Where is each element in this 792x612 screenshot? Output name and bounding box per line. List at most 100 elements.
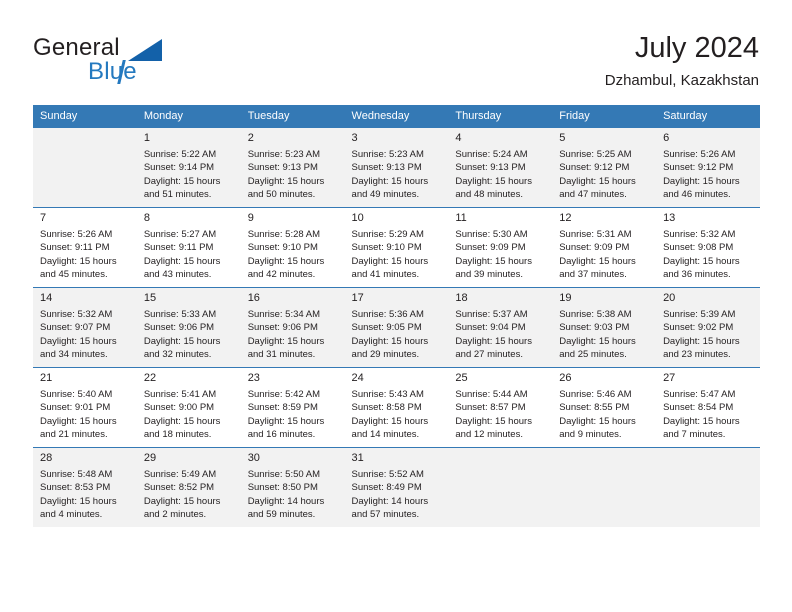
sunset-text: Sunset: 9:06 PM (247, 322, 318, 334)
calendar-cell-day-25[interactable]: 25 Sunrise: 5:44 AM Sunset: 8:57 PM Dayligh… (448, 367, 553, 448)
daylight-text-line2: and 59 minutes. (247, 509, 316, 521)
day-number: 1 (143, 132, 150, 144)
day-number: 8 (143, 212, 150, 224)
location-subtitle: Dzhambul, Kazakhstan (604, 72, 759, 89)
sunrise-text: Sunrise: 5:50 AM (247, 469, 321, 480)
calendar-cell-day-19[interactable]: 19 Sunrise: 5:38 AM Sunset: 9:03 PM Dayligh… (552, 287, 657, 368)
calendar-cell-day-10[interactable]: 10 Sunrise: 5:29 AM Sunset: 9:10 PM Dayligh… (344, 207, 449, 288)
calendar-table: Sunday Monday Tuesday Wednesday Thursday… (33, 105, 760, 527)
calendar-week-row: 1 Sunrise: 5:22 AM Sunset: 9:14 PM Daylight… (33, 127, 760, 208)
daylight-text-line2: and 39 minutes. (455, 269, 523, 281)
day-number: 5 (559, 132, 566, 144)
sunrise-text: Sunrise: 5:24 AM (455, 149, 528, 160)
daylight-text-line1: Daylight: 15 hours (143, 415, 221, 427)
day-details: Sunrise: 5:43 AM Sunset: 8:58 PM Daylight:… (345, 388, 449, 442)
calendar-cell-day-9[interactable]: 9 Sunrise: 5:28 AM Sunset: 9:10 PM Daylight… (240, 207, 345, 288)
day-details: Sunrise: 5:23 AM Sunset: 9:13 PM Daylight:… (241, 148, 345, 202)
day-details: Sunrise: 5:24 AM Sunset: 9:13 PM Daylight:… (448, 148, 552, 202)
daylight-text-line1: Daylight: 15 hours (143, 335, 221, 347)
day-details: Sunrise: 5:23 AM Sunset: 9:13 PM Daylight:… (345, 148, 449, 202)
calendar-cell-day-16[interactable]: 16 Sunrise: 5:34 AM Sunset: 9:06 PM Dayligh… (240, 287, 345, 368)
daylight-text-line1: Daylight: 14 hours (247, 495, 325, 507)
calendar-cell-day-23[interactable]: 23 Sunrise: 5:42 AM Sunset: 8:59 PM Dayligh… (240, 367, 345, 448)
weekday-header-friday: Friday (552, 105, 657, 128)
day-details: Sunrise: 5:44 AM Sunset: 8:57 PM Daylight:… (448, 388, 552, 442)
daylight-text-line2: and 37 minutes. (559, 269, 627, 281)
calendar-cell-day-2[interactable]: 2 Sunrise: 5:23 AM Sunset: 9:13 PM Daylight… (240, 127, 345, 208)
day-number: 24 (351, 372, 364, 384)
day-number: 12 (559, 212, 572, 224)
calendar-cell-day-21[interactable]: 21 Sunrise: 5:40 AM Sunset: 9:01 PM Dayligh… (33, 367, 137, 448)
daylight-text-line1: Daylight: 15 hours (247, 255, 325, 267)
daylight-text-line1: Daylight: 15 hours (247, 335, 325, 347)
calendar-cell-day-6[interactable]: 6 Sunrise: 5:26 AM Sunset: 9:12 PM Daylight… (656, 127, 760, 208)
sunset-text: Sunset: 9:06 PM (143, 322, 215, 334)
daylight-text-line2: and 14 minutes. (351, 429, 420, 441)
calendar-cell-empty (656, 447, 760, 527)
day-details: Sunrise: 5:31 AM Sunset: 9:09 PM Daylight:… (552, 228, 656, 282)
calendar-cell-day-22[interactable]: 22 Sunrise: 5:41 AM Sunset: 9:00 PM Dayligh… (136, 367, 241, 448)
calendar-week-row: 7 Sunrise: 5:26 AM Sunset: 9:11 PM Daylight… (33, 207, 760, 288)
day-details: Sunrise: 5:25 AM Sunset: 9:12 PM Daylight:… (552, 148, 656, 202)
calendar-cell-day-5[interactable]: 5 Sunrise: 5:25 AM Sunset: 9:12 PM Daylight… (552, 127, 657, 208)
sunrise-text: Sunrise: 5:36 AM (351, 309, 424, 320)
day-details: Sunrise: 5:27 AM Sunset: 9:11 PM Daylight:… (137, 228, 241, 282)
calendar-cell-day-12[interactable]: 12 Sunrise: 5:31 AM Sunset: 9:09 PM Dayligh… (552, 207, 657, 288)
calendar-cell-day-11[interactable]: 11 Sunrise: 5:30 AM Sunset: 9:09 PM Dayligh… (448, 207, 553, 288)
calendar-cell-day-7[interactable]: 7 Sunrise: 5:26 AM Sunset: 9:11 PM Daylight… (33, 207, 137, 288)
sunrise-text: Sunrise: 5:29 AM (351, 229, 424, 240)
day-number (552, 448, 656, 468)
calendar-cell-day-24[interactable]: 24 Sunrise: 5:43 AM Sunset: 8:58 PM Dayligh… (344, 367, 449, 448)
calendar-cell-day-3[interactable]: 3 Sunrise: 5:23 AM Sunset: 9:13 PM Daylight… (344, 127, 449, 208)
day-number: 18 (455, 292, 468, 304)
sunrise-text: Sunrise: 5:23 AM (247, 149, 321, 160)
sunset-text: Sunset: 9:05 PM (351, 322, 422, 334)
daylight-text-line2: and 12 minutes. (455, 429, 523, 441)
calendar-cell-day-20[interactable]: 20 Sunrise: 5:39 AM Sunset: 9:02 PM Dayligh… (656, 287, 760, 368)
calendar-cell-day-28[interactable]: 28 Sunrise: 5:48 AM Sunset: 8:53 PM Dayligh… (33, 447, 137, 527)
sunrise-text: Sunrise: 5:49 AM (143, 469, 217, 480)
sunrise-text: Sunrise: 5:28 AM (247, 229, 321, 240)
calendar-cell-day-29[interactable]: 29 Sunrise: 5:49 AM Sunset: 8:52 PM Dayligh… (136, 447, 241, 527)
sunset-text: Sunset: 9:12 PM (559, 162, 630, 174)
calendar-body: 1 Sunrise: 5:22 AM Sunset: 9:14 PM Daylight… (33, 127, 760, 527)
calendar-cell-day-4[interactable]: 4 Sunrise: 5:24 AM Sunset: 9:13 PM Daylight… (448, 127, 553, 208)
daylight-text-line2: and 48 minutes. (455, 189, 523, 201)
daylight-text-line1: Daylight: 15 hours (455, 255, 532, 267)
daylight-text-line1: Daylight: 15 hours (455, 335, 532, 347)
daylight-text-line2: and 47 minutes. (559, 189, 627, 201)
day-number: 26 (559, 372, 572, 384)
calendar-cell-day-31[interactable]: 31 Sunrise: 5:52 AM Sunset: 8:49 PM Dayligh… (344, 447, 449, 527)
daylight-text-line1: Daylight: 15 hours (559, 415, 636, 427)
sunset-text: Sunset: 8:58 PM (351, 402, 422, 414)
day-details: Sunrise: 5:49 AM Sunset: 8:52 PM Daylight:… (137, 468, 241, 522)
daylight-text-line1: Daylight: 15 hours (143, 495, 221, 507)
daylight-text-line2: and 45 minutes. (40, 269, 108, 281)
daylight-text-line2: and 7 minutes. (663, 429, 726, 441)
sunset-text: Sunset: 9:03 PM (559, 322, 630, 334)
calendar-cell-day-13[interactable]: 13 Sunrise: 5:32 AM Sunset: 9:08 PM Dayligh… (656, 207, 760, 288)
calendar-cell-day-14[interactable]: 14 Sunrise: 5:32 AM Sunset: 9:07 PM Dayligh… (33, 287, 137, 368)
calendar-cell-day-1[interactable]: 1 Sunrise: 5:22 AM Sunset: 9:14 PM Daylight… (136, 127, 241, 208)
sunset-text: Sunset: 9:08 PM (663, 242, 734, 254)
sunrise-text: Sunrise: 5:43 AM (351, 389, 424, 400)
calendar-cell-day-17[interactable]: 17 Sunrise: 5:36 AM Sunset: 9:05 PM Dayligh… (344, 287, 449, 368)
calendar-cell-day-15[interactable]: 15 Sunrise: 5:33 AM Sunset: 9:06 PM Dayligh… (136, 287, 241, 368)
calendar-cell-day-26[interactable]: 26 Sunrise: 5:46 AM Sunset: 8:55 PM Dayligh… (552, 367, 657, 448)
calendar-cell-day-27[interactable]: 27 Sunrise: 5:47 AM Sunset: 8:54 PM Dayligh… (656, 367, 760, 448)
calendar-week-row: 28 Sunrise: 5:48 AM Sunset: 8:53 PM Dayligh… (33, 447, 760, 527)
day-details: Sunrise: 5:41 AM Sunset: 9:00 PM Daylight:… (137, 388, 241, 442)
daylight-text-line1: Daylight: 15 hours (40, 255, 117, 267)
sunrise-text: Sunrise: 5:48 AM (40, 469, 113, 480)
calendar-cell-day-8[interactable]: 8 Sunrise: 5:27 AM Sunset: 9:11 PM Daylight… (136, 207, 241, 288)
day-details: Sunrise: 5:26 AM Sunset: 9:12 PM Daylight:… (656, 148, 760, 202)
daylight-text-line2: and 34 minutes. (40, 349, 108, 361)
calendar-cell-day-18[interactable]: 18 Sunrise: 5:37 AM Sunset: 9:04 PM Dayligh… (448, 287, 553, 368)
daylight-text-line1: Daylight: 15 hours (143, 255, 221, 267)
daylight-text-line2: and 18 minutes. (143, 429, 212, 441)
day-details: Sunrise: 5:26 AM Sunset: 9:11 PM Daylight:… (33, 228, 137, 282)
day-details: Sunrise: 5:50 AM Sunset: 8:50 PM Daylight:… (241, 468, 345, 522)
calendar-cell-day-30[interactable]: 30 Sunrise: 5:50 AM Sunset: 8:50 PM Dayligh… (240, 447, 345, 527)
daylight-text-line1: Daylight: 15 hours (663, 335, 740, 347)
sunrise-text: Sunrise: 5:32 AM (40, 309, 113, 320)
